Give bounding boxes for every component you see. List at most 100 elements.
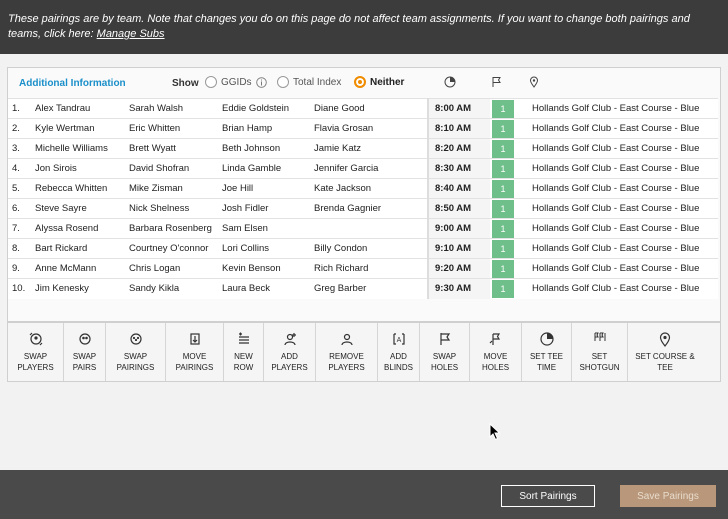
- radio-total-index[interactable]: Total Index: [277, 76, 341, 88]
- pairing-row[interactable]: 2. Kyle Wertman Eric Whitten Brian Hamp Flav…: [8, 118, 718, 139]
- sort-pairings-button[interactable]: Sort Pairings: [501, 485, 595, 507]
- tee-time-cell[interactable]: 8:10 AM: [427, 118, 490, 139]
- player-cell[interactable]: Nick Shelness: [125, 198, 218, 219]
- player-cell[interactable]: Steve Sayre: [31, 198, 125, 219]
- player-cell[interactable]: Laura Beck: [218, 278, 310, 299]
- course-cell[interactable]: Hollands Golf Club - East Course - Blue: [522, 178, 718, 199]
- hole-cell[interactable]: 1: [490, 218, 522, 239]
- tee-time-cell[interactable]: 8:00 AM: [427, 98, 490, 119]
- add-blinds-button[interactable]: A ADD BLINDS: [378, 323, 420, 381]
- radio-ggids[interactable]: GGIDs: [205, 76, 267, 88]
- tee-time-cell[interactable]: 9:30 AM: [427, 278, 490, 299]
- player-cell[interactable]: David Shofran: [125, 158, 218, 179]
- player-cell[interactable]: Rebecca Whitten: [31, 178, 125, 199]
- pairing-row[interactable]: 1. Alex Tandrau Sarah Walsh Eddie Goldstein…: [8, 98, 718, 119]
- swap-pairs-button[interactable]: SWAP PAIRS: [64, 323, 106, 381]
- player-cell[interactable]: Josh Fidler: [218, 198, 310, 219]
- player-cell[interactable]: Sarah Walsh: [125, 98, 218, 119]
- player-cell[interactable]: Jamie Katz: [310, 138, 428, 159]
- course-cell[interactable]: Hollands Golf Club - East Course - Blue: [522, 118, 718, 139]
- course-cell[interactable]: Hollands Golf Club - East Course - Blue: [522, 138, 718, 159]
- new-row-button[interactable]: NEW ROW: [224, 323, 264, 381]
- player-cell[interactable]: Kevin Benson: [218, 258, 310, 279]
- course-pin-button[interactable]: SET COURSE & TEE: [628, 323, 702, 381]
- player-cell[interactable]: Sam Elsen: [218, 218, 310, 239]
- player-cell[interactable]: Beth Johnson: [218, 138, 310, 159]
- radio-neither-dot[interactable]: [354, 76, 366, 88]
- course-cell[interactable]: Hollands Golf Club - East Course - Blue: [522, 218, 718, 239]
- player-cell[interactable]: Linda Gamble: [218, 158, 310, 179]
- hole-cell[interactable]: 1: [490, 158, 522, 179]
- player-cell[interactable]: Kyle Wertman: [31, 118, 125, 139]
- move-pairings-button[interactable]: MOVE PAIRINGS: [166, 323, 224, 381]
- player-cell[interactable]: Jennifer Garcia: [310, 158, 428, 179]
- pairing-row[interactable]: 9. Anne McMann Chris Logan Kevin Benson Rich…: [8, 258, 718, 279]
- tee-time-cell[interactable]: 8:30 AM: [427, 158, 490, 179]
- player-cell[interactable]: Anne McMann: [31, 258, 125, 279]
- player-cell[interactable]: Alyssa Rosend: [31, 218, 125, 239]
- tee-time-cell[interactable]: 8:20 AM: [427, 138, 490, 159]
- tee-time-cell[interactable]: 8:50 AM: [427, 198, 490, 219]
- player-cell[interactable]: Jim Kenesky: [31, 278, 125, 299]
- player-cell[interactable]: Michelle Williams: [31, 138, 125, 159]
- course-cell[interactable]: Hollands Golf Club - East Course - Blue: [522, 258, 718, 279]
- player-cell[interactable]: Greg Barber: [310, 278, 428, 299]
- hole-cell[interactable]: 1: [490, 118, 522, 139]
- radio-total-index-dot[interactable]: [277, 76, 289, 88]
- player-cell[interactable]: Billy Condon: [310, 238, 428, 259]
- player-cell[interactable]: Kate Jackson: [310, 178, 428, 199]
- tee-time-button[interactable]: SET TEE TIME: [522, 323, 572, 381]
- info-icon[interactable]: [255, 76, 267, 88]
- pairing-row[interactable]: 6. Steve Sayre Nick Shelness Josh Fidler Bre…: [8, 198, 718, 219]
- pairing-row[interactable]: 5. Rebecca Whitten Mike Zisman Joe Hill Kate…: [8, 178, 718, 199]
- hole-cell[interactable]: 1: [490, 98, 522, 119]
- player-cell[interactable]: Joe Hill: [218, 178, 310, 199]
- player-cell[interactable]: Rich Richard: [310, 258, 428, 279]
- radio-ggids-dot[interactable]: [205, 76, 217, 88]
- swap-pairings-button[interactable]: SWAP PAIRINGS: [106, 323, 166, 381]
- tee-time-cell[interactable]: 9:00 AM: [427, 218, 490, 239]
- radio-neither[interactable]: Neither: [354, 76, 404, 88]
- player-cell[interactable]: Jon Sirois: [31, 158, 125, 179]
- hole-cell[interactable]: 1: [490, 238, 522, 259]
- hole-cell[interactable]: 1: [490, 178, 522, 199]
- shotgun-button[interactable]: SET SHOTGUN: [572, 323, 628, 381]
- player-cell[interactable]: Chris Logan: [125, 258, 218, 279]
- player-cell[interactable]: Mike Zisman: [125, 178, 218, 199]
- hole-cell[interactable]: 1: [490, 198, 522, 219]
- add-players-button[interactable]: ADD PLAYERS: [264, 323, 316, 381]
- pairing-row[interactable]: 4. Jon Sirois David Shofran Linda Gamble Jen…: [8, 158, 718, 179]
- remove-players-button[interactable]: REMOVE PLAYERS: [316, 323, 378, 381]
- player-cell[interactable]: Lori Collins: [218, 238, 310, 259]
- pairing-row[interactable]: 3. Michelle Williams Brett Wyatt Beth Johns…: [8, 138, 718, 159]
- hole-cell[interactable]: 1: [490, 258, 522, 279]
- hole-cell[interactable]: 1: [490, 278, 522, 299]
- player-cell[interactable]: Eric Whitten: [125, 118, 218, 139]
- course-cell[interactable]: Hollands Golf Club - East Course - Blue: [522, 238, 718, 259]
- pairing-row[interactable]: 10. Jim Kenesky Sandy Kikla Laura Beck Greg …: [8, 278, 718, 299]
- course-cell[interactable]: Hollands Golf Club - East Course - Blue: [522, 278, 718, 299]
- course-cell[interactable]: Hollands Golf Club - East Course - Blue: [522, 98, 718, 119]
- player-cell[interactable]: Barbara Rosenberg: [125, 218, 218, 239]
- course-cell[interactable]: Hollands Golf Club - East Course - Blue: [522, 198, 718, 219]
- tee-time-cell[interactable]: 9:20 AM: [427, 258, 490, 279]
- tee-time-cell[interactable]: 8:40 AM: [427, 178, 490, 199]
- player-cell[interactable]: [310, 218, 428, 239]
- player-cell[interactable]: Diane Good: [310, 98, 428, 119]
- player-cell[interactable]: Brett Wyatt: [125, 138, 218, 159]
- swap-players-button[interactable]: SWAP PLAYERS: [8, 323, 64, 381]
- save-pairings-button[interactable]: Save Pairings: [620, 485, 716, 507]
- swap-holes-button[interactable]: SWAP HOLES: [420, 323, 470, 381]
- manage-subs-link[interactable]: Manage Subs: [97, 28, 165, 40]
- player-cell[interactable]: Alex Tandrau: [31, 98, 125, 119]
- player-cell[interactable]: Brenda Gagnier: [310, 198, 428, 219]
- player-cell[interactable]: Courtney O'connor: [125, 238, 218, 259]
- player-cell[interactable]: Flavia Grosan: [310, 118, 428, 139]
- pairing-row[interactable]: 7. Alyssa Rosend Barbara Rosenberg Sam Else…: [8, 218, 718, 239]
- player-cell[interactable]: Brian Hamp: [218, 118, 310, 139]
- move-holes-button[interactable]: MOVE HOLES: [470, 323, 522, 381]
- hole-cell[interactable]: 1: [490, 138, 522, 159]
- course-cell[interactable]: Hollands Golf Club - East Course - Blue: [522, 158, 718, 179]
- player-cell[interactable]: Sandy Kikla: [125, 278, 218, 299]
- pairing-row[interactable]: 8. Bart Rickard Courtney O'connor Lori Coll…: [8, 238, 718, 259]
